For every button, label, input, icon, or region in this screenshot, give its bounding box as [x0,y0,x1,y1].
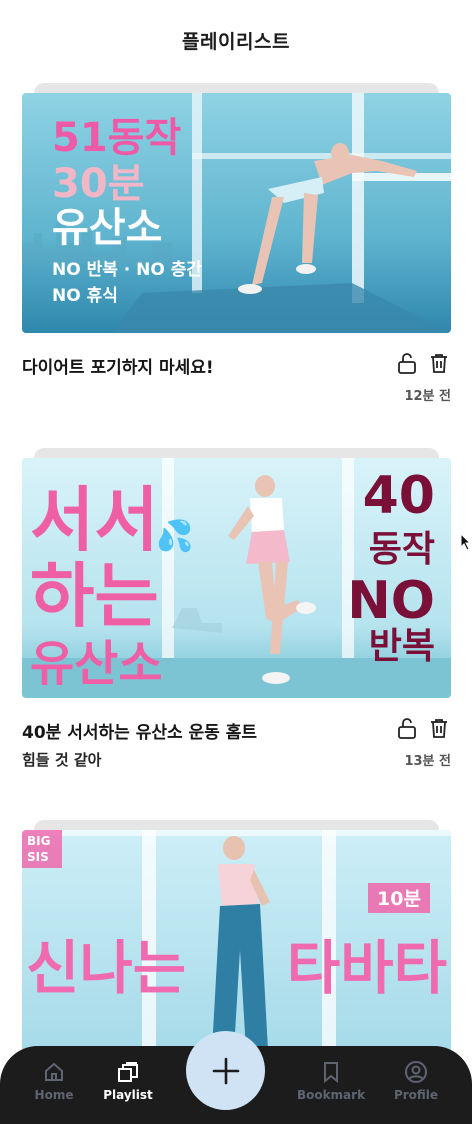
thumb-line-3: 유산소 [52,205,162,251]
tab-playlist[interactable]: Playlist [88,1060,168,1102]
bookmark-icon [324,1062,338,1084]
add-playlist-button[interactable] [186,1031,265,1110]
tab-label: Home [34,1088,74,1102]
trash-icon[interactable] [427,351,451,375]
card-actions [395,351,451,375]
home-icon [45,1062,63,1081]
sweat-drop-icon: 💦 [156,516,193,554]
tab-bookmark[interactable]: Bookmark [291,1060,371,1102]
profile-icon [405,1061,427,1083]
playlist-title[interactable]: 다이어트 포기하지 마세요! [22,353,214,378]
page-title: 플레이리스트 [182,30,290,53]
thumb-left-line-1: 서서 [30,479,159,561]
timestamp: 12분 전 [404,389,451,404]
playlist-memo: 힘들 것 같아 [22,751,102,769]
unlock-icon[interactable] [395,351,419,375]
tab-label: Playlist [103,1088,153,1102]
thumb-right-line-2: 동작 [369,529,435,570]
thumb-left-line-2: 하는 [30,555,159,637]
playlist-card[interactable]: 서서 하는 유산소 💦 40 동작 NO 반복 40분 서서하는 유산소 운동 … [22,448,451,769]
channel-badge-line-1: BIG [27,834,50,848]
thumb-right-line-4: 반복 [369,626,435,667]
thumb-left-line-3: 유산소 [30,636,162,692]
card-actions [395,716,451,740]
video-thumbnail[interactable]: 51동작 30분 유산소 NO 반복 · NO 층간 NO 휴식 [22,93,451,333]
thumb-line-1: 51동작 [52,115,181,161]
thumb-right-line-3: NO [347,571,435,631]
tab-label: Bookmark [296,1088,366,1102]
tab-home[interactable]: Home [14,1060,94,1102]
thumb-line-2: 30분 [52,161,144,207]
playlist-card[interactable]: 51동작 30분 유산소 NO 반복 · NO 층간 NO 휴식 다이어트 포기… [22,83,451,404]
tab-profile[interactable]: Profile [376,1060,456,1102]
app-header: 플레이리스트 [0,0,472,80]
thumb-line-5: NO 휴식 [52,285,118,306]
unlock-icon[interactable] [395,716,419,740]
video-thumbnail[interactable]: 서서 하는 유산소 💦 40 동작 NO 반복 [22,458,451,698]
thumb-left-text: 신나는 [26,934,186,1002]
plus-icon [212,1057,239,1084]
thumb-line-4: NO 반복 · NO 층간 [52,260,202,280]
thumb-right-text: 타바타 [287,934,447,1002]
trash-icon[interactable] [427,716,451,740]
timestamp: 13분 전 [404,754,451,769]
duration-tag: 10분 [377,888,421,910]
thumb-right-line-1: 40 [363,466,435,526]
mouse-cursor-icon [460,533,472,551]
tab-label: Profile [393,1088,439,1102]
playlist-title[interactable]: 40분 서서하는 유산소 운동 홈트 [22,718,257,743]
playlist-icon [118,1062,138,1082]
channel-badge-line-2: SIS [27,850,49,864]
